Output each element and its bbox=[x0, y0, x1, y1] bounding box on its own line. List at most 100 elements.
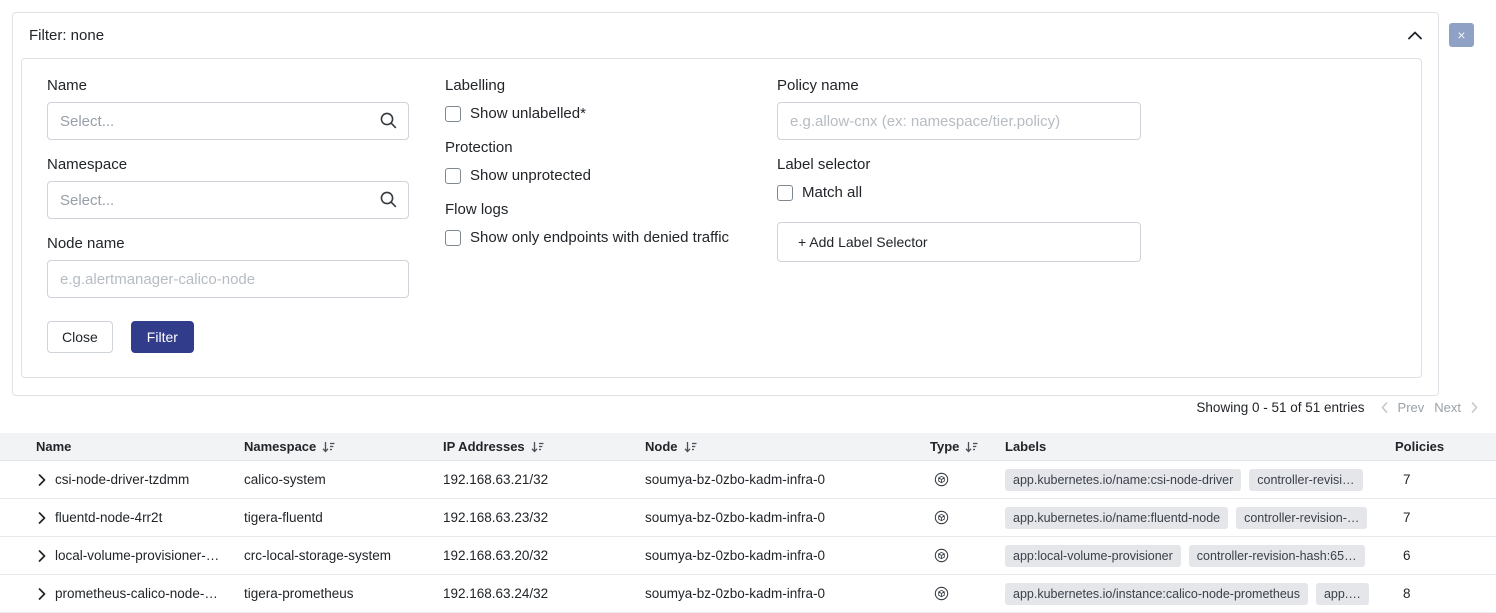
table-row[interactable]: local-volume-provisioner-… crc-local-sto… bbox=[0, 537, 1496, 575]
policies-count: 7 bbox=[1395, 510, 1496, 525]
chevron-right-icon[interactable] bbox=[38, 512, 46, 524]
filter-panel-title: Filter: none bbox=[29, 27, 104, 44]
name-select-input[interactable] bbox=[47, 102, 409, 140]
policies-count: 8 bbox=[1395, 586, 1496, 601]
filter-col-identifiers: Name Namespace Node name bbox=[47, 77, 409, 353]
labelling-heading: Labelling bbox=[445, 77, 741, 94]
label-badge: controller-revision-hash:65… bbox=[1189, 545, 1365, 567]
denied-traffic-label: Show only endpoints with denied traffic bbox=[470, 229, 729, 246]
policies-count: 7 bbox=[1395, 472, 1496, 487]
column-label: Node bbox=[645, 439, 678, 454]
column-header-ip-addresses[interactable]: IP Addresses bbox=[443, 439, 645, 454]
endpoint-ip: 192.168.63.23/32 bbox=[443, 510, 645, 525]
pagination: Showing 0 - 51 of 51 entries Prev Next bbox=[1196, 397, 1478, 417]
close-button[interactable]: Close bbox=[47, 321, 113, 353]
add-label-selector-button[interactable]: + Add Label Selector bbox=[777, 222, 1141, 262]
pod-icon bbox=[934, 586, 949, 601]
close-icon: × bbox=[1457, 28, 1465, 42]
column-header-policies[interactable]: Policies bbox=[1395, 439, 1496, 454]
show-unlabelled-checkbox[interactable] bbox=[445, 106, 461, 122]
sort-icon[interactable] bbox=[684, 441, 697, 453]
match-all-checkbox[interactable] bbox=[777, 185, 793, 201]
node-name-input[interactable] bbox=[47, 260, 409, 298]
endpoint-namespace: crc-local-storage-system bbox=[244, 548, 443, 563]
table-row[interactable]: fluentd-node-4rr2t tigera-fluentd 192.16… bbox=[0, 499, 1496, 537]
search-icon[interactable] bbox=[379, 111, 398, 130]
denied-traffic-row: Show only endpoints with denied traffic bbox=[445, 229, 741, 246]
chevron-right-icon[interactable] bbox=[1471, 402, 1478, 413]
endpoint-node: soumya-bz-0zbo-kadm-infra-0 bbox=[645, 548, 930, 563]
namespace-label: Namespace bbox=[47, 156, 409, 173]
label-badge: controller-revision-… bbox=[1236, 507, 1367, 529]
endpoint-ip: 192.168.63.24/32 bbox=[443, 586, 645, 601]
prev-button[interactable]: Prev bbox=[1398, 400, 1425, 415]
table-row[interactable]: prometheus-calico-node-… tigera-promethe… bbox=[0, 575, 1496, 613]
endpoint-node: soumya-bz-0zbo-kadm-infra-0 bbox=[645, 472, 930, 487]
label-badge: controller-revisi… bbox=[1249, 469, 1362, 491]
column-label: Labels bbox=[1005, 439, 1046, 454]
show-unlabelled-row: Show unlabelled* bbox=[445, 105, 741, 122]
column-label: Name bbox=[36, 439, 71, 454]
pod-icon bbox=[934, 472, 949, 487]
column-label: Policies bbox=[1395, 439, 1444, 454]
table-header-row: Name Namespace IP Addresses Node Type La… bbox=[0, 433, 1496, 461]
label-badge: app.kubernetes.io/name:fluentd-node bbox=[1005, 507, 1228, 529]
label-badge: app.kubernetes.io/instance:calico-node-p… bbox=[1005, 583, 1308, 605]
filter-button[interactable]: Filter bbox=[131, 321, 194, 353]
chevron-right-icon[interactable] bbox=[38, 550, 46, 562]
show-unlabelled-label: Show unlabelled* bbox=[470, 105, 586, 122]
filter-col-toggles: Labelling Show unlabelled* Protection Sh… bbox=[445, 77, 741, 353]
endpoint-node: soumya-bz-0zbo-kadm-infra-0 bbox=[645, 586, 930, 601]
endpoint-namespace: calico-system bbox=[244, 472, 443, 487]
pod-icon bbox=[934, 548, 949, 563]
endpoint-name: fluentd-node-4rr2t bbox=[55, 510, 162, 525]
label-badge: app.… bbox=[1316, 583, 1369, 605]
show-unprotected-checkbox[interactable] bbox=[445, 168, 461, 184]
sort-icon[interactable] bbox=[531, 441, 544, 453]
filter-panel-header[interactable]: Filter: none bbox=[13, 13, 1438, 58]
show-unprotected-label: Show unprotected bbox=[470, 167, 591, 184]
policy-name-label: Policy name bbox=[777, 77, 1141, 94]
sort-icon[interactable] bbox=[322, 441, 335, 453]
chevron-left-icon[interactable] bbox=[1381, 402, 1388, 413]
column-header-node[interactable]: Node bbox=[645, 439, 930, 454]
column-label: Namespace bbox=[244, 439, 316, 454]
chevron-right-icon[interactable] bbox=[38, 474, 46, 486]
match-all-label: Match all bbox=[802, 184, 862, 201]
namespace-select-input[interactable] bbox=[47, 181, 409, 219]
filter-form: Name Namespace Node name bbox=[21, 58, 1422, 378]
close-panel-button[interactable]: × bbox=[1449, 23, 1474, 47]
pod-icon bbox=[934, 510, 949, 525]
chevron-up-icon[interactable] bbox=[1408, 31, 1422, 40]
denied-traffic-checkbox[interactable] bbox=[445, 230, 461, 246]
protection-heading: Protection bbox=[445, 139, 741, 156]
pagination-summary: Showing 0 - 51 of 51 entries bbox=[1196, 400, 1364, 415]
show-unprotected-row: Show unprotected bbox=[445, 167, 741, 184]
table-row[interactable]: csi-node-driver-tzdmm calico-system 192.… bbox=[0, 461, 1496, 499]
endpoint-ip: 192.168.63.20/32 bbox=[443, 548, 645, 563]
policies-count: 6 bbox=[1395, 548, 1496, 563]
column-label: Type bbox=[930, 439, 959, 454]
name-label: Name bbox=[47, 77, 409, 94]
endpoint-name: local-volume-provisioner-… bbox=[55, 548, 219, 563]
column-header-type[interactable]: Type bbox=[930, 439, 1005, 454]
policy-name-input[interactable] bbox=[777, 102, 1141, 140]
endpoints-table: Name Namespace IP Addresses Node Type La… bbox=[0, 433, 1496, 613]
column-header-name[interactable]: Name bbox=[28, 439, 244, 454]
endpoint-node: soumya-bz-0zbo-kadm-infra-0 bbox=[645, 510, 930, 525]
column-header-labels[interactable]: Labels bbox=[1005, 439, 1395, 454]
sort-icon[interactable] bbox=[965, 441, 978, 453]
filter-panel: Filter: none Name Namespace bbox=[12, 12, 1439, 396]
column-label: IP Addresses bbox=[443, 439, 525, 454]
label-badge: app.kubernetes.io/name:csi-node-driver bbox=[1005, 469, 1241, 491]
flow-logs-heading: Flow logs bbox=[445, 201, 741, 218]
column-header-namespace[interactable]: Namespace bbox=[244, 439, 443, 454]
search-icon[interactable] bbox=[379, 190, 398, 209]
label-selector-label: Label selector bbox=[777, 156, 1141, 173]
next-button[interactable]: Next bbox=[1434, 400, 1461, 415]
endpoint-name: prometheus-calico-node-… bbox=[55, 586, 218, 601]
chevron-right-icon[interactable] bbox=[38, 588, 46, 600]
endpoint-ip: 192.168.63.21/32 bbox=[443, 472, 645, 487]
endpoint-name: csi-node-driver-tzdmm bbox=[55, 472, 189, 487]
label-badge: app:local-volume-provisioner bbox=[1005, 545, 1181, 567]
